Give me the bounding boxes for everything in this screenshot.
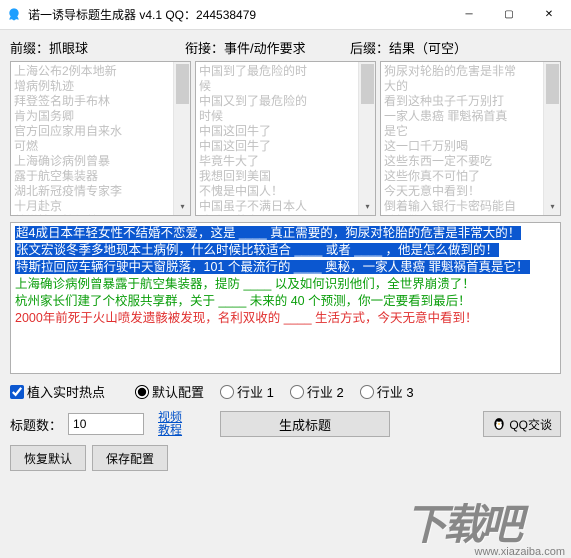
- list-item[interactable]: 中国虽子不满日本人: [199, 199, 355, 214]
- list-item[interactable]: 时候: [199, 109, 355, 124]
- list-item[interactable]: 十月赴京: [14, 199, 170, 214]
- list-item[interactable]: 中国这回牛了: [199, 124, 355, 139]
- output-line: 超4成日本年轻女性不结婚不恋爱，这是 ____ 真正需要的，狗尿对轮胎的危害是非…: [15, 226, 521, 240]
- list-item[interactable]: 拜登签名助手布林: [14, 94, 170, 109]
- list-item[interactable]: 一家人患癌 罪魁祸首真: [384, 109, 540, 124]
- list-item[interactable]: 这些你真不可怕了: [384, 169, 540, 184]
- count-label: 标题数：: [10, 415, 62, 434]
- watermark: 下载吧 www.xiazaiba.com: [405, 491, 565, 551]
- close-button[interactable]: ✕: [529, 0, 569, 30]
- output-line: 张文宏谈冬季多地现本土病例，什么时候比较适合 ____ 或者 ____ ，他是怎…: [15, 243, 499, 257]
- suffix-section-label: 后缀：结果（可空）: [350, 38, 561, 57]
- list-item[interactable]: 上海公布2例本地新: [14, 64, 170, 79]
- list-item[interactable]: 中国又到了最危险的: [199, 94, 355, 109]
- list-item[interactable]: 美媒披露特朗普三个: [14, 214, 170, 215]
- video-tutorial-link[interactable]: 视频教程: [158, 411, 184, 437]
- config-radio-group: 默认配置 行业 1 行业 2 行业 3: [135, 382, 414, 401]
- save-config-button[interactable]: 保存配置: [92, 445, 168, 471]
- suffix-listbox[interactable]: 狗尿对轮胎的危害是非常大的看到这种虫子千万别打一家人患癌 罪魁祸首真是它这一口千…: [380, 61, 561, 216]
- bridge-listbox[interactable]: 中国到了最危险的时候中国又到了最危险的时候中国这回牛了中国这回牛了毕竟牛大了我想…: [195, 61, 376, 216]
- qq-icon: [492, 417, 506, 431]
- list-item[interactable]: 看到这种虫子千万别打: [384, 94, 540, 109]
- list-item[interactable]: 大的: [384, 79, 540, 94]
- output-line: 2000年前死于火山喷发遗骸被发现，名利双收的 ____ 生活方式，今天无意中看…: [15, 311, 478, 325]
- list-item[interactable]: 毕竟牛大了: [199, 154, 355, 169]
- list-item[interactable]: 倒着输入银行卡密码能自: [384, 199, 540, 214]
- minimize-button[interactable]: ─: [449, 0, 489, 30]
- realtime-checkbox[interactable]: 植入实时热点: [10, 382, 105, 401]
- scrollbar[interactable]: ▾: [358, 62, 375, 215]
- window-title: 诺一诱导标题生成器 v4.1 QQ：244538479: [28, 6, 449, 23]
- list-item[interactable]: 我想回到美国: [199, 169, 355, 184]
- restore-defaults-button[interactable]: 恢复默认: [10, 445, 86, 471]
- list-item[interactable]: 不愧是中国人！: [199, 184, 355, 199]
- bridge-section-label: 衔接：事件/动作要求: [185, 38, 350, 57]
- app-icon: [6, 7, 22, 23]
- radio-industry-1[interactable]: 行业 1: [220, 382, 274, 401]
- list-item[interactable]: 可燃: [14, 139, 170, 154]
- scrollbar[interactable]: ▾: [173, 62, 190, 215]
- list-item[interactable]: 这一口千万别喝: [384, 139, 540, 154]
- list-item[interactable]: 露于航空集装器: [14, 169, 170, 184]
- list-item[interactable]: 狗尿对轮胎的危害是非常: [384, 64, 540, 79]
- list-item[interactable]: 中国到了最危险的时: [199, 64, 355, 79]
- output-line: 上海确诊病例曾暴露于航空集装器，提防 ____ 以及如何识别他们，全世界崩溃了！: [15, 277, 475, 291]
- list-item[interactable]: 教孩子英文: [199, 214, 355, 215]
- radio-default[interactable]: 默认配置: [135, 382, 204, 401]
- prefix-section-label: 前缀：抓眼球: [10, 38, 185, 57]
- qq-chat-button[interactable]: QQ交谈: [483, 411, 561, 437]
- realtime-checkbox-input[interactable]: [10, 385, 24, 399]
- list-item[interactable]: 官方回应家用自来水: [14, 124, 170, 139]
- list-item[interactable]: 是它: [384, 124, 540, 139]
- list-item[interactable]: 中国这回牛了: [199, 139, 355, 154]
- scrollbar[interactable]: ▾: [543, 62, 560, 215]
- generate-button[interactable]: 生成标题: [220, 411, 390, 437]
- list-item[interactable]: 肯为国务卿: [14, 109, 170, 124]
- list-item[interactable]: 增病例轨迹: [14, 79, 170, 94]
- output-textbox[interactable]: 超4成日本年轻女性不结婚不恋爱，这是 ____ 真正需要的，狗尿对轮胎的危害是非…: [10, 222, 561, 374]
- prefix-listbox[interactable]: 上海公布2例本地新增病例轨迹拜登签名助手布林肯为国务卿官方回应家用自来水可燃上海…: [10, 61, 191, 216]
- list-item[interactable]: 候: [199, 79, 355, 94]
- radio-industry-2[interactable]: 行业 2: [290, 382, 344, 401]
- list-item[interactable]: 湖北新冠疫情专家李: [14, 184, 170, 199]
- output-line: 杭州家长们建了个校服共享群，关于 ____ 未来的 40 个预测，你一定要看到最…: [15, 294, 471, 308]
- list-item[interactable]: 上海确诊病例曾暴: [14, 154, 170, 169]
- radio-industry-3[interactable]: 行业 3: [360, 382, 414, 401]
- maximize-button[interactable]: ▢: [489, 0, 529, 30]
- output-line: 特斯拉回应车辆行驶中天窗脱落，101 个最流行的 ____ 奥秘，一家人患癌 罪…: [15, 260, 530, 274]
- list-item[interactable]: 动报警: [384, 214, 540, 215]
- list-item[interactable]: 这些东西一定不要吃: [384, 154, 540, 169]
- count-input[interactable]: [68, 413, 144, 435]
- list-item[interactable]: 今天无意中看到！: [384, 184, 540, 199]
